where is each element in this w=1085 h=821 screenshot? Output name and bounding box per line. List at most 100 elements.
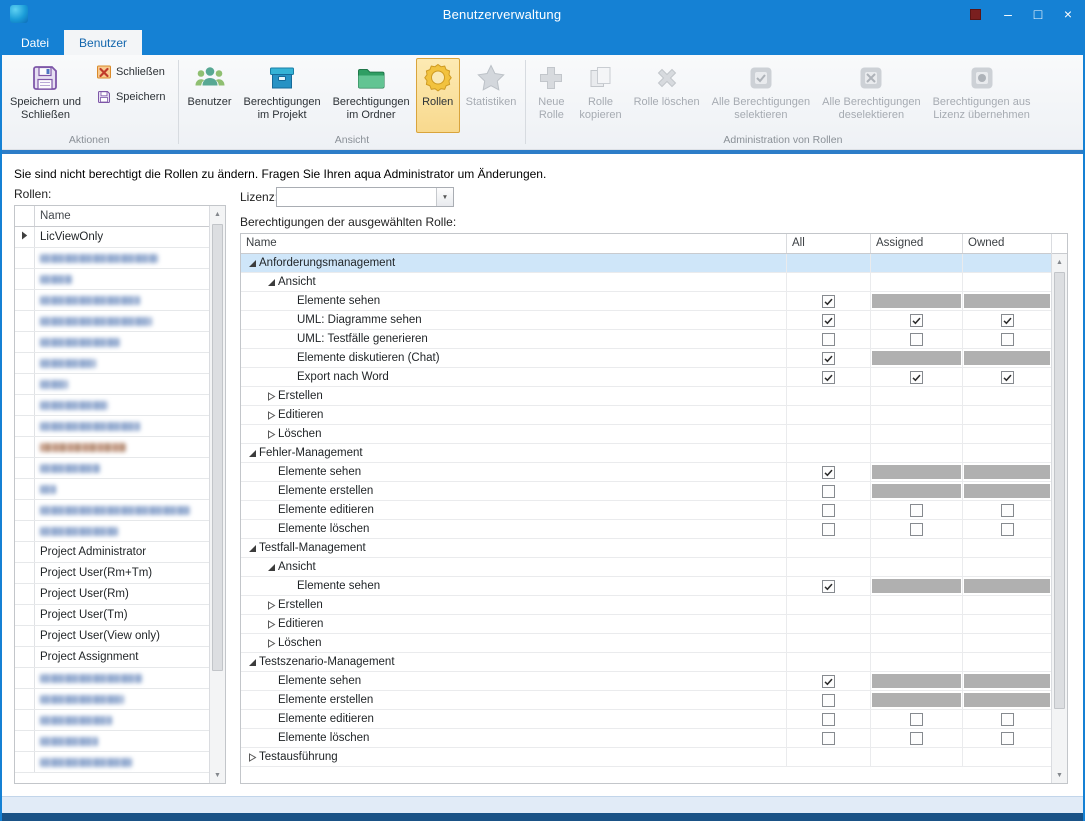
expand-node-icon[interactable]	[264, 639, 278, 648]
scroll-thumb[interactable]	[1054, 272, 1065, 709]
role-list-item[interactable]	[15, 500, 209, 521]
unchecked-checkbox[interactable]	[1001, 713, 1014, 726]
roles-name-column-header[interactable]: Name	[35, 206, 209, 226]
column-header-owned[interactable]: Owned	[963, 234, 1051, 253]
license-value[interactable]	[277, 188, 436, 206]
permission-row[interactable]: Löschen	[241, 634, 1051, 653]
ribbon-button-speichern[interactable]: Speichern	[89, 86, 173, 108]
unchecked-checkbox[interactable]	[822, 485, 835, 498]
unchecked-checkbox[interactable]	[910, 732, 923, 745]
scroll-down-icon[interactable]: ▼	[210, 767, 225, 783]
permission-row[interactable]: Elemente erstellen	[241, 482, 1051, 501]
expand-node-icon[interactable]	[264, 601, 278, 610]
collapse-node-icon[interactable]	[245, 658, 259, 667]
unchecked-checkbox[interactable]	[1001, 732, 1014, 745]
ribbon-button-berechtigungen-im-ordner[interactable]: Berechtigungen im Ordner	[327, 58, 416, 133]
checked-checkbox[interactable]	[822, 466, 835, 479]
collapse-node-icon[interactable]	[245, 544, 259, 553]
role-list-item[interactable]	[15, 752, 209, 773]
checked-checkbox[interactable]	[1001, 314, 1014, 327]
role-list-item[interactable]: Project Assignment	[15, 647, 209, 668]
checked-checkbox[interactable]	[822, 314, 835, 327]
unchecked-checkbox[interactable]	[822, 732, 835, 745]
permission-row[interactable]: Erstellen	[241, 596, 1051, 615]
role-list-item[interactable]	[15, 311, 209, 332]
permission-row[interactable]: Editieren	[241, 615, 1051, 634]
role-list-item[interactable]	[15, 689, 209, 710]
column-header-all[interactable]: All	[787, 234, 871, 253]
close-button[interactable]: ×	[1053, 0, 1083, 28]
role-list-item[interactable]	[15, 353, 209, 374]
role-list-item[interactable]	[15, 479, 209, 500]
permissions-scrollbar[interactable]: ▲ ▼	[1052, 254, 1067, 783]
permission-row[interactable]: Elemente editieren	[241, 710, 1051, 729]
unchecked-checkbox[interactable]	[1001, 523, 1014, 536]
role-list-item[interactable]	[15, 731, 209, 752]
collapse-node-icon[interactable]	[264, 563, 278, 572]
role-list-item[interactable]	[15, 710, 209, 731]
role-list-item[interactable]: Project User(Rm)	[15, 584, 209, 605]
unchecked-checkbox[interactable]	[910, 713, 923, 726]
permission-row[interactable]: Testausführung	[241, 748, 1051, 767]
checked-checkbox[interactable]	[910, 314, 923, 327]
permission-row[interactable]: Elemente diskutieren (Chat)	[241, 349, 1051, 368]
role-list-item[interactable]	[15, 458, 209, 479]
column-header-name[interactable]: Name	[241, 234, 787, 253]
scroll-track[interactable]	[1052, 270, 1067, 767]
unchecked-checkbox[interactable]	[822, 713, 835, 726]
permission-row[interactable]: Testfall-Management	[241, 539, 1051, 558]
role-list-item[interactable]: Project Administrator	[15, 542, 209, 563]
permission-row[interactable]: Editieren	[241, 406, 1051, 425]
permission-row[interactable]: Löschen	[241, 425, 1051, 444]
unchecked-checkbox[interactable]	[822, 504, 835, 517]
role-list-item[interactable]	[15, 437, 209, 458]
permission-row[interactable]: Elemente sehen	[241, 292, 1051, 311]
expand-node-icon[interactable]	[245, 753, 259, 762]
permission-row[interactable]: UML: Testfälle generieren	[241, 330, 1051, 349]
scroll-up-icon[interactable]: ▲	[210, 206, 225, 222]
role-list-item[interactable]	[15, 269, 209, 290]
collapse-node-icon[interactable]	[264, 278, 278, 287]
role-list-item[interactable]: LicViewOnly	[15, 227, 209, 248]
permission-row[interactable]: Elemente sehen	[241, 672, 1051, 691]
maximize-button[interactable]: □	[1023, 0, 1053, 28]
expand-node-icon[interactable]	[264, 620, 278, 629]
role-list-item[interactable]	[15, 374, 209, 395]
permission-row[interactable]: Elemente sehen	[241, 577, 1051, 596]
unchecked-checkbox[interactable]	[1001, 333, 1014, 346]
permission-row[interactable]: Elemente editieren	[241, 501, 1051, 520]
role-list-item[interactable]	[15, 416, 209, 437]
permission-row[interactable]: UML: Diagramme sehen	[241, 311, 1051, 330]
minimize-button[interactable]: –	[993, 0, 1023, 28]
checked-checkbox[interactable]	[1001, 371, 1014, 384]
expand-node-icon[interactable]	[264, 430, 278, 439]
ribbon-button-speichern-und-schließen[interactable]: Speichern und Schließen	[4, 58, 87, 133]
role-list-item[interactable]	[15, 290, 209, 311]
combo-dropdown-icon[interactable]: ▼	[436, 188, 453, 206]
ribbon-button-berechtigungen-im-projekt[interactable]: Berechtigungen im Projekt	[238, 58, 327, 133]
checked-checkbox[interactable]	[822, 675, 835, 688]
scroll-thumb[interactable]	[212, 224, 223, 671]
permission-row[interactable]: Fehler-Management	[241, 444, 1051, 463]
role-list-item[interactable]	[15, 521, 209, 542]
permission-row[interactable]: Testszenario-Management	[241, 653, 1051, 672]
ribbon-button-benutzer[interactable]: Benutzer	[182, 58, 238, 133]
checked-checkbox[interactable]	[822, 352, 835, 365]
unchecked-checkbox[interactable]	[822, 694, 835, 707]
tab-datei[interactable]: Datei	[6, 30, 64, 55]
unchecked-checkbox[interactable]	[910, 504, 923, 517]
permission-row[interactable]: Erstellen	[241, 387, 1051, 406]
column-header-assigned[interactable]: Assigned	[871, 234, 963, 253]
role-list-item[interactable]	[15, 248, 209, 269]
permission-row[interactable]: Ansicht	[241, 558, 1051, 577]
collapse-node-icon[interactable]	[245, 259, 259, 268]
unchecked-checkbox[interactable]	[1001, 504, 1014, 517]
collapse-node-icon[interactable]	[245, 449, 259, 458]
permission-row[interactable]: Elemente erstellen	[241, 691, 1051, 710]
unchecked-checkbox[interactable]	[822, 333, 835, 346]
permission-row[interactable]: Elemente löschen	[241, 520, 1051, 539]
unchecked-checkbox[interactable]	[822, 523, 835, 536]
scroll-up-icon[interactable]: ▲	[1052, 254, 1067, 270]
roles-scrollbar[interactable]: ▲ ▼	[209, 206, 225, 783]
ribbon-button-schließen[interactable]: Schließen	[89, 61, 173, 83]
